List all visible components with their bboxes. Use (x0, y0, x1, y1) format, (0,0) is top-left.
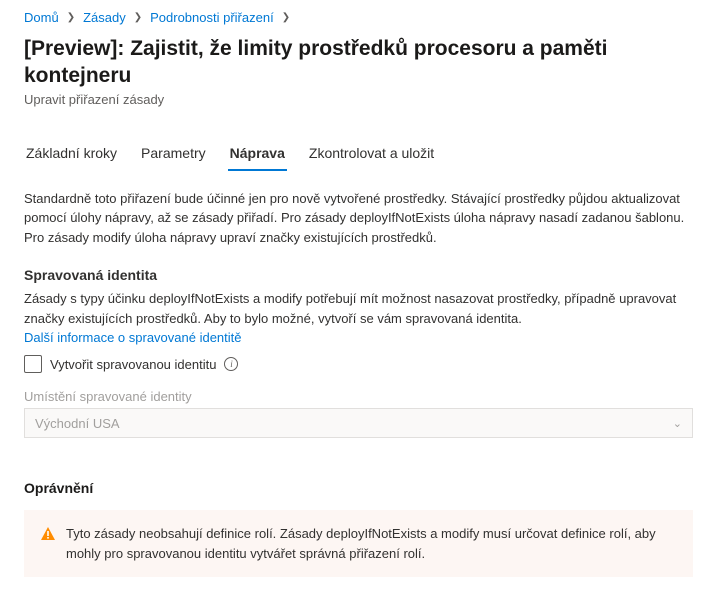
permissions-heading: Oprávnění (24, 480, 693, 496)
create-identity-checkbox[interactable] (24, 355, 42, 373)
permissions-warning-text: Tyto zásady neobsahují definice rolí. Zá… (66, 524, 677, 563)
chevron-right-icon: ❯ (134, 12, 142, 23)
page-title: [Preview]: Zajistit, že limity prostředk… (24, 35, 693, 90)
breadcrumb-policies[interactable]: Zásady (83, 10, 126, 25)
managed-identity-heading: Spravovaná identita (24, 267, 693, 283)
tabs: Základní kroky Parametry Náprava Zkontro… (24, 139, 693, 171)
identity-location-value: Východní USA (35, 416, 120, 431)
tab-params[interactable]: Parametry (139, 139, 208, 171)
breadcrumb-details[interactable]: Podrobnosti přiřazení (150, 10, 274, 25)
identity-location-label: Umístění spravované identity (24, 389, 693, 404)
info-icon[interactable]: i (224, 357, 238, 371)
chevron-right-icon: ❯ (67, 12, 75, 23)
tab-review[interactable]: Zkontrolovat a uložit (307, 139, 436, 171)
tab-basic[interactable]: Základní kroky (24, 139, 119, 171)
breadcrumb-home[interactable]: Domů (24, 10, 59, 25)
breadcrumb: Domů ❯ Zásady ❯ Podrobnosti přiřazení ❯ (24, 10, 693, 25)
identity-location-dropdown: Východní USA ⌄ (24, 408, 693, 438)
managed-identity-desc: Zásady s typy účinku deployIfNotExists a… (24, 289, 693, 328)
page-subtitle: Upravit přiřazení zásady (24, 92, 693, 107)
warning-icon (40, 526, 56, 542)
chevron-down-icon: ⌄ (673, 417, 682, 430)
managed-identity-link[interactable]: Další informace o spravované identitě (24, 330, 242, 345)
tab-remediation[interactable]: Náprava (228, 139, 287, 171)
intro-text: Standardně toto přiřazení bude účinné je… (24, 189, 693, 248)
create-identity-row: Vytvořit spravovanou identitu i (24, 355, 693, 373)
chevron-right-icon: ❯ (282, 12, 290, 23)
create-identity-label: Vytvořit spravovanou identitu (50, 357, 216, 372)
permissions-warning: Tyto zásady neobsahují definice rolí. Zá… (24, 510, 693, 577)
